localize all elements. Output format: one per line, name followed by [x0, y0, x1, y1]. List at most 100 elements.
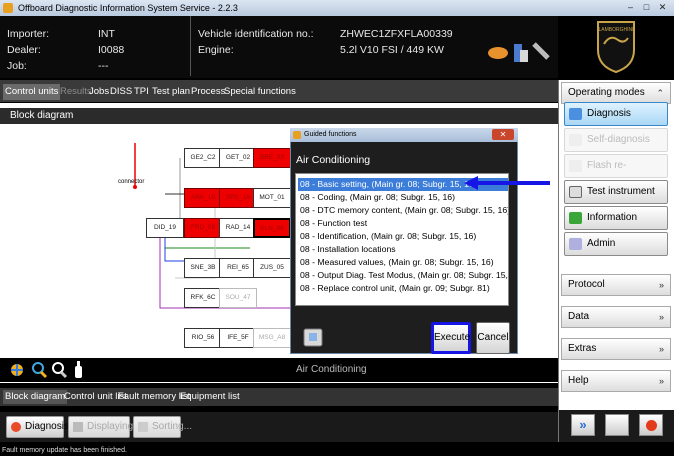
tab-block-diagram[interactable]: Block diagram [3, 390, 68, 404]
diagnosis-button-label: Diagnosis [25, 421, 69, 432]
mode-information[interactable]: Information [564, 206, 668, 230]
mode-flash-reprogramming[interactable]: Flash re-programming [564, 154, 668, 193]
window-titlebar: Offboard Diagnostic Information System S… [0, 0, 674, 16]
list-item[interactable]: 08 - Output Diag. Test Modus, (Main gr. … [298, 269, 508, 282]
ecu-rfk-6c[interactable]: RFK_6C [184, 288, 222, 308]
header-divider [190, 16, 191, 76]
collapse-icon: ⌃ [656, 88, 664, 98]
tab-process[interactable]: Process [191, 84, 225, 100]
connector-label: connector [118, 179, 145, 185]
right-panel: Operating modes ⌃ Diagnosis Self-diagnosi… [558, 80, 674, 442]
operating-modes-header[interactable]: Operating modes ⌃ [561, 82, 671, 104]
brand-logo: LAMBORGHINI [560, 18, 672, 76]
vin-value: ZHWEC1ZFXFLA00339 [340, 28, 453, 40]
ecu-frd-09[interactable]: FRD_09 [184, 218, 222, 238]
dialog-app-icon [293, 131, 301, 139]
ecu-msg-a8[interactable]: MSG_A8 [253, 328, 291, 348]
mode-admin[interactable]: Admin [564, 232, 668, 256]
tab-control-units[interactable]: Control units [3, 84, 61, 100]
hand-icon[interactable] [75, 361, 82, 378]
ecu-zus-05[interactable]: ZUS_05 [253, 258, 291, 278]
ecu-bre-03[interactable]: BRE_03 [253, 148, 291, 168]
help-header[interactable]: Help» [561, 370, 671, 392]
dialog-tool-icon[interactable] [300, 326, 328, 350]
ecu-sps-1a[interactable]: SPS_1A [219, 188, 257, 208]
list-item[interactable]: 08 - Installation locations [298, 243, 508, 256]
diagram-toolbar [0, 358, 558, 382]
ecu-get-02[interactable]: GET_02 [219, 148, 257, 168]
mode-self-diagnosis[interactable]: Self-diagnosis [564, 128, 668, 152]
ecu-sou-47[interactable]: SOU_47 [219, 288, 257, 308]
home-icon[interactable] [11, 364, 23, 376]
admin-icon [569, 238, 582, 250]
forward-icon[interactable]: » [571, 414, 595, 436]
tab-results[interactable]: Results [60, 84, 92, 100]
maximize-button[interactable]: □ [640, 2, 653, 13]
list-item[interactable]: 08 - Coding, (Main gr. 08; Subgr. 15, 16… [298, 191, 508, 204]
engine-label: Engine: [198, 44, 234, 56]
ecu-ark-19[interactable]: ARK_19 [184, 188, 222, 208]
zoom-in-icon[interactable] [32, 362, 48, 379]
ecu-ife-5f[interactable]: IFE_5F [219, 328, 257, 348]
dialog-close-icon[interactable]: ✕ [492, 129, 514, 140]
function-list: 08 - Basic setting, (Main gr. 08; Subgr.… [295, 173, 509, 306]
vehicle-header: Importer: INT Dealer: I0088 Job: --- Veh… [0, 16, 558, 78]
ecu-did-19[interactable]: DID_19 [146, 218, 184, 238]
tab-diss[interactable]: DISS [110, 84, 132, 100]
ecu-rio-56[interactable]: RIO_56 [184, 328, 222, 348]
close-button[interactable]: ✕ [656, 2, 669, 13]
ecu-mot-01[interactable]: MOT_01 [253, 188, 291, 208]
main-tabs: Control units Results Jobs DISS TPI Test… [0, 80, 558, 102]
list-item[interactable]: 08 - Function test [298, 217, 508, 230]
protocol-header[interactable]: Protocol» [561, 274, 671, 296]
connection-status-icon [488, 42, 550, 62]
execute-button[interactable]: Execute [431, 322, 471, 354]
tab-jobs[interactable]: Jobs [89, 84, 109, 100]
ecu-rei-65[interactable]: REI_65 [219, 258, 257, 278]
expand-icon: » [658, 344, 664, 354]
expand-icon: » [658, 376, 664, 386]
bottom-toolbar: Diagnosis Displaying... Sorting... [0, 412, 558, 442]
dealer-label: Dealer: [7, 44, 41, 56]
block-diagram-title: Block diagram [0, 108, 558, 124]
dealer-value: I0088 [98, 44, 125, 56]
list-item[interactable]: 08 - Replace control unit, (Main gr. 09;… [298, 282, 508, 295]
diagnosis-icon [11, 422, 21, 432]
dialog-footer-label: Air Conditioning [296, 364, 367, 375]
print-icon[interactable] [605, 414, 629, 436]
displaying-button[interactable]: Displaying... [68, 416, 141, 438]
data-header[interactable]: Data» [561, 306, 671, 328]
sorting-button[interactable]: Sorting... [133, 416, 192, 438]
mode-test-instrument[interactable]: Test instrument [564, 180, 668, 204]
dialog-heading: Air Conditioning [296, 154, 371, 166]
sorting-button-label: Sorting... [152, 421, 193, 432]
cancel-button[interactable]: Cancel [476, 322, 510, 354]
tab-test-plan[interactable]: Test plan [152, 84, 190, 100]
expand-icon: » [658, 312, 664, 322]
self-diagnosis-icon [569, 134, 582, 146]
ecu-ge2-c2[interactable]: GE2_C2 [184, 148, 222, 168]
diagnosis-button[interactable]: Diagnosis [6, 416, 69, 438]
logo-text: LAMBORGHINI [598, 27, 633, 33]
tab-tpi[interactable]: TPI [134, 84, 149, 100]
list-item[interactable]: 08 - Measured values, (Main gr. 08; Subg… [298, 256, 508, 269]
mode-diagnosis[interactable]: Diagnosis [564, 102, 668, 126]
display-icon [73, 422, 83, 432]
list-item[interactable]: 08 - DTC memory content, (Main gr. 08; S… [298, 204, 508, 217]
zoom-out-icon[interactable] [52, 362, 68, 379]
extras-header[interactable]: Extras» [561, 338, 671, 360]
vin-label: Vehicle identification no.: [198, 28, 314, 40]
tab-equipment-list[interactable]: Equipment list [180, 390, 240, 404]
ecu-rad-14[interactable]: RAD_14 [219, 218, 257, 238]
bottom-tabs: Block diagram Control unit list Fault me… [0, 388, 558, 406]
diagnosis-mode-icon [569, 108, 582, 120]
list-item[interactable]: 08 - Identification, (Main gr. 08; Subgr… [298, 230, 508, 243]
importer-label: Importer: [7, 28, 50, 40]
tab-special-functions[interactable]: Special functions [224, 84, 296, 100]
expand-icon: » [658, 280, 664, 290]
ecu-sne-3b[interactable]: SNE_3B [184, 258, 222, 278]
flash-icon [569, 160, 582, 172]
exit-icon[interactable] [639, 414, 663, 436]
minimize-button[interactable]: – [624, 2, 637, 13]
ecu-kln-08[interactable]: KLN_08 [253, 218, 291, 238]
